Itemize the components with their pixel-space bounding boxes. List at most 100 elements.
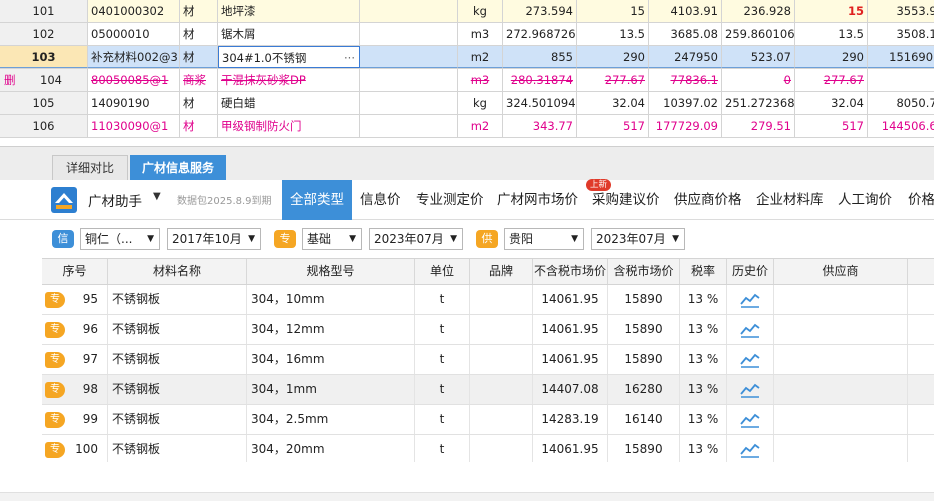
cell-v6[interactable]: 0 — [868, 69, 934, 91]
category-select[interactable]: 基础 ▼ — [302, 228, 362, 250]
column-header-2[interactable]: 规格型号 — [247, 259, 415, 284]
cell-name[interactable]: 硬白蜡 — [218, 92, 360, 114]
cell-v4[interactable]: 523.07 — [722, 46, 795, 68]
nav-item-2[interactable]: 专业测定价 — [416, 180, 490, 220]
cell-v4[interactable]: 0 — [722, 69, 795, 91]
table-row[interactable]: 专 97 不锈钢板304，16mmt 14061.951589013 % 20 — [42, 345, 934, 375]
cell-v6[interactable]: 3508.11 — [868, 23, 934, 45]
more-options-icon[interactable]: ··· — [344, 47, 355, 67]
cell-name[interactable]: 地坪漆 — [218, 0, 360, 22]
cell-v5[interactable]: 32.04 — [795, 92, 868, 114]
table-row[interactable]: 专 96 不锈钢板304，12mmt 14061.951589013 % 20 — [42, 315, 934, 345]
cell-v3[interactable]: 177729.09 — [649, 115, 722, 137]
cell-type[interactable]: 材 — [180, 115, 218, 137]
history-trend-icon[interactable] — [740, 382, 760, 398]
cell-name[interactable]: 锯木屑 — [218, 23, 360, 45]
nav-item-7[interactable]: 人工询价 — [838, 180, 900, 220]
column-header-7[interactable]: 税率 — [680, 259, 727, 284]
cell-v5[interactable]: 15 — [795, 0, 868, 22]
cell-code[interactable]: 补充材料002@3 — [88, 46, 180, 68]
cell-type[interactable]: 商浆 — [180, 69, 218, 91]
cell-unit[interactable]: m2 — [458, 115, 503, 137]
column-header-4[interactable]: 品牌 — [470, 259, 533, 284]
cell-unit[interactable]: m3 — [458, 69, 503, 91]
cell-v2[interactable]: 277.67 — [577, 69, 649, 91]
cell-unit[interactable]: kg — [458, 92, 503, 114]
cell-v5[interactable]: 277.67 — [795, 69, 868, 91]
cell-blank1[interactable] — [360, 115, 458, 137]
cell-v1[interactable]: 273.594 — [503, 0, 577, 22]
cell-no[interactable]: 103 — [0, 46, 88, 68]
cell-blank1[interactable] — [360, 92, 458, 114]
history-trend-icon[interactable] — [740, 292, 760, 308]
cell-code[interactable]: 05000010 — [88, 23, 180, 45]
cell-no[interactable]: 101 — [0, 0, 88, 22]
nav-item-8[interactable]: 价格 — [908, 180, 934, 220]
nav-item-5[interactable]: 供应商价格 — [674, 180, 748, 220]
column-header-8[interactable]: 历史价 — [727, 259, 774, 284]
cell-v3[interactable]: 3685.08 — [649, 23, 722, 45]
cell-type[interactable]: 材 — [180, 23, 218, 45]
column-header-6[interactable]: 含税市场价 — [608, 259, 680, 284]
history-trend-icon[interactable] — [740, 412, 760, 428]
cell-v2[interactable]: 290 — [577, 46, 649, 68]
date-select-2[interactable]: 2023年07月 ▼ — [369, 228, 463, 250]
tab-info-service[interactable]: 广材信息服务 — [130, 155, 226, 181]
brand-name[interactable]: 广材助手 — [88, 190, 142, 210]
cell-code[interactable]: 80050085@1 — [88, 69, 180, 91]
cell-history[interactable] — [727, 315, 774, 344]
chevron-down-icon[interactable]: ▼ — [153, 191, 161, 202]
top-grid-row[interactable]: 101 0401000302 材地坪漆 kg 273.594 15 4103.91 236.9… — [0, 0, 934, 23]
cell-no[interactable]: 105 — [0, 92, 88, 114]
cell-history[interactable] — [727, 435, 774, 462]
cell-history[interactable] — [727, 345, 774, 374]
cell-unit[interactable]: m2 — [458, 46, 503, 68]
cell-v2[interactable]: 32.04 — [577, 92, 649, 114]
cell-v5[interactable]: 517 — [795, 115, 868, 137]
cell-v1[interactable]: 272.968726 — [503, 23, 577, 45]
cell-v6[interactable]: 3553.92 — [868, 0, 934, 22]
cell-name[interactable]: 304#1.0不锈钢 ··· — [218, 46, 360, 68]
history-trend-icon[interactable] — [740, 352, 760, 368]
cell-blank1[interactable] — [360, 69, 458, 91]
top-grid-row[interactable]: 102 05000010 材锯木屑 m3 272.968726 13.5 3685.08 25… — [0, 23, 934, 46]
cell-v1[interactable]: 324.501094 — [503, 92, 577, 114]
cell-v4[interactable]: 259.860106 — [722, 23, 795, 45]
nav-item-0[interactable]: 全部类型 — [282, 180, 352, 220]
cell-blank1[interactable] — [360, 23, 458, 45]
cell-code[interactable]: 11030090@1 — [88, 115, 180, 137]
cell-no[interactable]: 102 — [0, 23, 88, 45]
cell-v2[interactable]: 517 — [577, 115, 649, 137]
history-trend-icon[interactable] — [740, 442, 760, 458]
column-header-1[interactable]: 材料名称 — [108, 259, 247, 284]
cell-v5[interactable]: 13.5 — [795, 23, 868, 45]
cell-v3[interactable]: 77836.1 — [649, 69, 722, 91]
cell-v3[interactable]: 247950 — [649, 46, 722, 68]
cell-history[interactable] — [727, 285, 774, 314]
cell-history[interactable] — [727, 375, 774, 404]
cell-v3[interactable]: 10397.02 — [649, 92, 722, 114]
cell-v1[interactable]: 280.31874 — [503, 69, 577, 91]
table-row[interactable]: 专 95 不锈钢板304，10mmt 14061.951589013 % 20 — [42, 285, 934, 315]
cell-no[interactable]: 删 104 — [0, 69, 88, 91]
cell-unit[interactable]: kg — [458, 0, 503, 22]
cell-v1[interactable]: 855 — [503, 46, 577, 68]
cell-v2[interactable]: 13.5 — [577, 23, 649, 45]
column-header-3[interactable]: 单位 — [415, 259, 470, 284]
table-row[interactable]: 专 100 不锈钢板304，20mmt 14061.951589013 % 20 — [42, 435, 934, 462]
cell-name[interactable]: 甲级钢制防火门 — [218, 115, 360, 137]
top-grid-row[interactable]: 105 14090190 材硬白蜡 kg 324.501094 32.04 10397.02… — [0, 92, 934, 115]
history-trend-icon[interactable] — [740, 322, 760, 338]
cell-code[interactable]: 0401000302 — [88, 0, 180, 22]
column-header-9[interactable]: 供应商 — [774, 259, 908, 284]
cell-blank1[interactable] — [360, 0, 458, 22]
cell-v4[interactable]: 236.928 — [722, 0, 795, 22]
cell-blank1[interactable] — [360, 46, 458, 68]
tab-detail-compare[interactable]: 详细对比 — [52, 155, 128, 181]
top-grid-row[interactable]: 删 104 80050085@1 商浆 干混抹灰砂浆DP m3 280.31874 277.6… — [0, 69, 934, 92]
cell-v5[interactable]: 290 — [795, 46, 868, 68]
cell-v6[interactable]: 144506.67 — [868, 115, 934, 137]
cell-v3[interactable]: 4103.91 — [649, 0, 722, 22]
table-row[interactable]: 专 99 不锈钢板304，2.5mmt 14283.191614013 % 20 — [42, 405, 934, 435]
cell-code[interactable]: 14090190 — [88, 92, 180, 114]
